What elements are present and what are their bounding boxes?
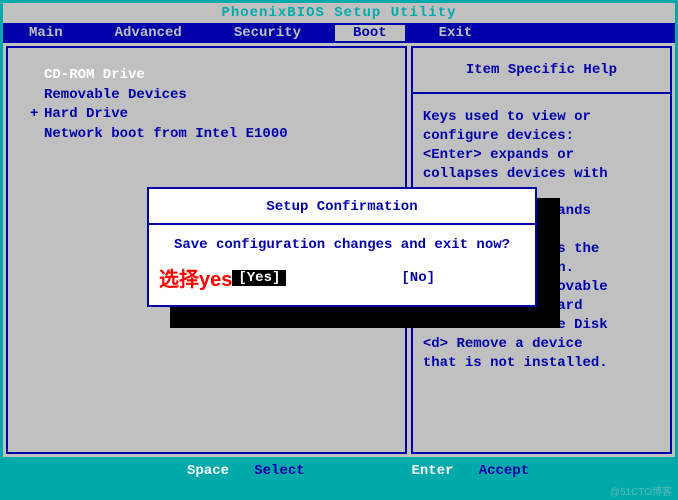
footer-action-select: Select (254, 463, 304, 479)
boot-list[interactable]: CD-ROM Drive Removable Devices +Hard Dri… (20, 66, 393, 144)
help-line: Keys used to view or (423, 108, 660, 127)
menu-security[interactable]: Security (208, 25, 327, 41)
help-line: configure devices: (423, 127, 660, 146)
help-line: <Enter> expands or (423, 146, 660, 165)
footer-key-space: Space (187, 463, 229, 479)
help-line: collapses devices with (423, 165, 660, 184)
dialog-message: Save configuration changes and exit now? (149, 225, 535, 261)
menu-advanced[interactable]: Advanced (89, 25, 208, 41)
watermark: @51CTO博客 (610, 483, 672, 498)
boot-item-harddrive[interactable]: +Hard Drive (44, 105, 393, 125)
help-line: that is not installed. (423, 354, 660, 373)
menu-exit[interactable]: Exit (413, 25, 499, 41)
boot-item-label: CD-ROM Drive (44, 67, 145, 83)
boot-item-network[interactable]: Network boot from Intel E1000 (44, 125, 393, 145)
boot-item-label: Hard Drive (44, 106, 128, 122)
boot-item-label: Removable Devices (44, 87, 187, 103)
boot-item-removable[interactable]: Removable Devices (44, 86, 393, 106)
confirm-dialog: Setup Confirmation Save configuration ch… (147, 187, 537, 307)
yes-button[interactable]: [Yes] (232, 270, 286, 286)
boot-item-cdrom[interactable]: CD-ROM Drive (44, 66, 393, 86)
dialog-button-row: 选择yes [Yes] [No] (149, 261, 535, 298)
footer-key-enter: Enter (411, 463, 453, 479)
menu-main[interactable]: Main (3, 25, 89, 41)
menu-boot[interactable]: Boot (335, 25, 405, 41)
no-button[interactable]: [No] (395, 270, 441, 286)
dialog-title: Setup Confirmation (149, 189, 535, 225)
expand-marker: + (30, 105, 44, 125)
footer-action-accept: Accept (479, 463, 529, 479)
boot-item-label: Network boot from Intel E1000 (44, 126, 288, 142)
menu-bar: Main Advanced Security Boot Exit (3, 23, 675, 43)
annotation-text: 选择yes (153, 263, 232, 292)
help-header: Item Specific Help (413, 48, 670, 94)
footer-label-select (237, 463, 254, 479)
help-line: <d> Remove a device (423, 335, 660, 354)
title-bar: PhoenixBIOS Setup Utility (3, 3, 675, 23)
footer-bar: Space Select Enter Accept (3, 457, 675, 487)
